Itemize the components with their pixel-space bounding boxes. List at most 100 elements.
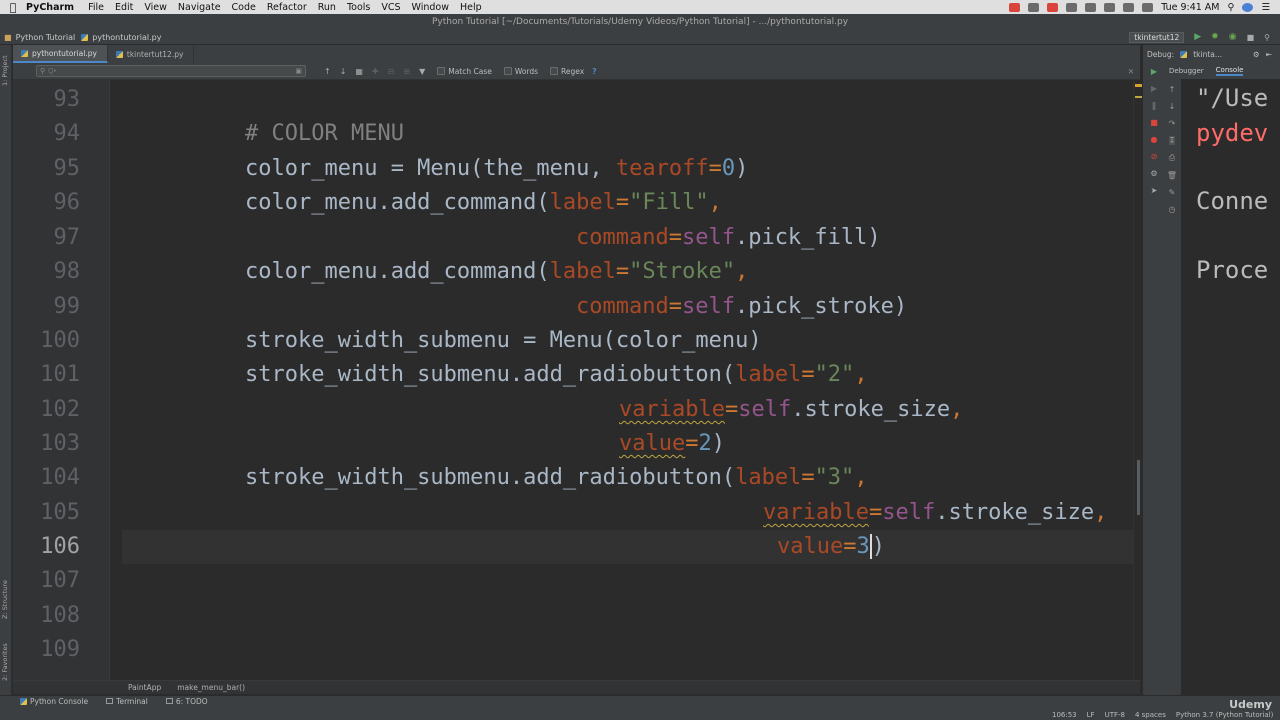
- close-search-icon[interactable]: ✕: [1128, 67, 1134, 76]
- checkbox-box[interactable]: [550, 67, 559, 75]
- clock[interactable]: Tue 9:41 AM: [1161, 2, 1219, 13]
- cloud-icon[interactable]: [1028, 2, 1040, 12]
- view-breakpoints-icon[interactable]: ●: [1151, 135, 1158, 144]
- spotlight-icon[interactable]: ⚲: [1228, 2, 1235, 13]
- words-checkbox[interactable]: Words: [503, 67, 538, 76]
- code-line-98[interactable]: color_menu.add_command(label="Stroke",: [245, 259, 748, 284]
- print-icon[interactable]: ⎙: [1169, 153, 1175, 163]
- python-interpreter[interactable]: Python 3.7 (Python Tutorial): [1176, 711, 1274, 719]
- tab-pythontutorial[interactable]: pythontutorial.py: [13, 45, 108, 63]
- clear-icon[interactable]: 🗑: [1167, 171, 1177, 180]
- user-icon[interactable]: [1242, 2, 1254, 12]
- code-line-95[interactable]: color_menu = Menu(the_menu, tearoff=0): [245, 156, 748, 181]
- display-icon[interactable]: [1085, 2, 1097, 12]
- scroll-thumb[interactable]: [1137, 460, 1140, 515]
- checkbox-box[interactable]: [503, 67, 512, 75]
- menu-edit[interactable]: Edit: [115, 2, 141, 13]
- run-config-select[interactable]: tkintertut12: [1129, 31, 1185, 43]
- code-line-101[interactable]: stroke_width_submenu.add_radiobutton(lab…: [245, 362, 868, 387]
- menu-code[interactable]: Code: [232, 2, 264, 13]
- python-console-button[interactable]: Python Console: [20, 697, 88, 706]
- tab-debugger[interactable]: Debugger: [1169, 67, 1204, 75]
- code-line-104[interactable]: stroke_width_submenu.add_radiobutton(lab…: [245, 465, 868, 490]
- menu-window[interactable]: Window: [412, 2, 457, 13]
- down-icon[interactable]: ↓: [1169, 102, 1176, 111]
- coverage-icon[interactable]: ◉: [1229, 32, 1237, 42]
- record-icon[interactable]: [1009, 2, 1021, 12]
- wifi-icon[interactable]: [1123, 2, 1135, 12]
- code-line-102[interactable]: variable=self.stroke_size,: [619, 397, 963, 422]
- previous-occurrence-icon[interactable]: ↑: [324, 67, 331, 76]
- menu-app-name[interactable]: PyCharm: [26, 2, 82, 13]
- rerun-icon[interactable]: ▶: [1151, 67, 1157, 76]
- find-in-selection-icon[interactable]: ▦: [355, 67, 363, 76]
- mail-icon[interactable]: [1047, 2, 1059, 12]
- search-field[interactable]: ⚲ ▣: [36, 65, 306, 77]
- battery-icon[interactable]: [1142, 2, 1154, 12]
- terminal-button[interactable]: Terminal: [106, 697, 148, 706]
- stop-icon[interactable]: ■: [1150, 118, 1158, 127]
- line-number-gutter[interactable]: 93 94 95 96 97 98 99 100 101 102 103 104…: [13, 80, 110, 680]
- remove-occurrence-icon[interactable]: ⊟: [388, 67, 395, 76]
- error-stripe[interactable]: [1133, 80, 1142, 680]
- menu-vcs[interactable]: VCS: [381, 2, 408, 13]
- breadcrumb-method[interactable]: make_menu_bar(): [177, 683, 245, 692]
- resume-icon[interactable]: ▶: [1151, 84, 1157, 93]
- menu-tools[interactable]: Tools: [347, 2, 378, 13]
- checkbox-box[interactable]: [437, 67, 446, 75]
- code-line-105[interactable]: variable=self.stroke_size,: [763, 500, 1107, 525]
- show-commands-icon[interactable]: ✎: [1169, 188, 1176, 197]
- structure-tool-tab[interactable]: Z: Structure: [1, 575, 11, 625]
- up-icon[interactable]: ↑: [1169, 85, 1176, 94]
- code-line-100[interactable]: stroke_width_submenu = Menu(color_menu): [245, 328, 762, 353]
- debug-icon[interactable]: ✸: [1211, 32, 1219, 42]
- menu-navigate[interactable]: Navigate: [178, 2, 229, 13]
- code-line-99[interactable]: command=self.pick_stroke): [576, 294, 907, 319]
- menu-file[interactable]: File: [88, 2, 112, 13]
- code-line-96[interactable]: color_menu.add_command(label="Fill",: [245, 190, 722, 215]
- indent-setting[interactable]: 4 spaces: [1135, 711, 1166, 719]
- stop-icon[interactable]: ■: [1247, 33, 1255, 42]
- nav-file[interactable]: pythontutorial.py: [88, 33, 167, 42]
- apple-icon[interactable]: : [0, 1, 26, 14]
- filter-icon[interactable]: ▼: [419, 67, 425, 76]
- scroll-to-end-icon[interactable]: ↧: [1168, 136, 1176, 145]
- notification-center-icon[interactable]: ☰: [1261, 2, 1270, 13]
- menu-help[interactable]: Help: [460, 2, 490, 13]
- settings-icon[interactable]: ⚙: [1150, 169, 1157, 178]
- tab-console[interactable]: Console: [1215, 66, 1244, 76]
- debug-config-tab[interactable]: tkinta...: [1193, 50, 1222, 59]
- hide-icon[interactable]: ⇤: [1266, 50, 1272, 59]
- mute-breakpoints-icon[interactable]: ⊘: [1151, 152, 1158, 161]
- menu-view[interactable]: View: [144, 2, 175, 13]
- code-line-97[interactable]: command=self.pick_fill): [576, 225, 881, 250]
- search-icon[interactable]: ⚲: [40, 67, 45, 75]
- project-tool-tab[interactable]: 1: Project: [1, 51, 11, 91]
- favorites-tool-tab[interactable]: 2: Favorites: [1, 640, 11, 685]
- run-icon[interactable]: ▶: [1194, 32, 1201, 42]
- menu-run[interactable]: Run: [318, 2, 344, 13]
- search-history-icon[interactable]: ▣: [295, 67, 302, 75]
- soft-wrap-icon[interactable]: ↷: [1169, 119, 1176, 128]
- menu-refactor[interactable]: Refactor: [267, 2, 315, 13]
- pin-icon[interactable]: ➤: [1151, 186, 1158, 195]
- search-input[interactable]: [48, 67, 296, 75]
- console-output[interactable]: "/Use pydev Conne Proce: [1181, 79, 1280, 695]
- pause-icon[interactable]: ❚: [1151, 101, 1158, 110]
- warning-marker[interactable]: [1135, 84, 1142, 87]
- code-line-103[interactable]: value=2): [619, 431, 725, 456]
- caret-position[interactable]: 106:53: [1052, 711, 1077, 719]
- line-separator[interactable]: LF: [1087, 711, 1095, 719]
- bluetooth-icon[interactable]: [1104, 2, 1116, 12]
- select-all-occurrences-icon[interactable]: ⊞: [403, 67, 410, 76]
- nav-project[interactable]: Python Tutorial: [12, 33, 82, 42]
- code-line-106[interactable]: value=3): [777, 534, 885, 559]
- code-editor[interactable]: 93 94 95 96 97 98 99 100 101 102 103 104…: [13, 80, 1140, 680]
- breadcrumb-class[interactable]: PaintApp: [128, 683, 161, 692]
- file-encoding[interactable]: UTF-8: [1105, 711, 1125, 719]
- gear-icon[interactable]: ⚙: [1253, 50, 1260, 59]
- regex-help-icon[interactable]: ?: [592, 67, 596, 76]
- code-line-94[interactable]: # COLOR MENU: [245, 121, 404, 146]
- next-occurrence-icon[interactable]: ↓: [340, 67, 347, 76]
- add-occurrence-icon[interactable]: ✚: [372, 67, 379, 76]
